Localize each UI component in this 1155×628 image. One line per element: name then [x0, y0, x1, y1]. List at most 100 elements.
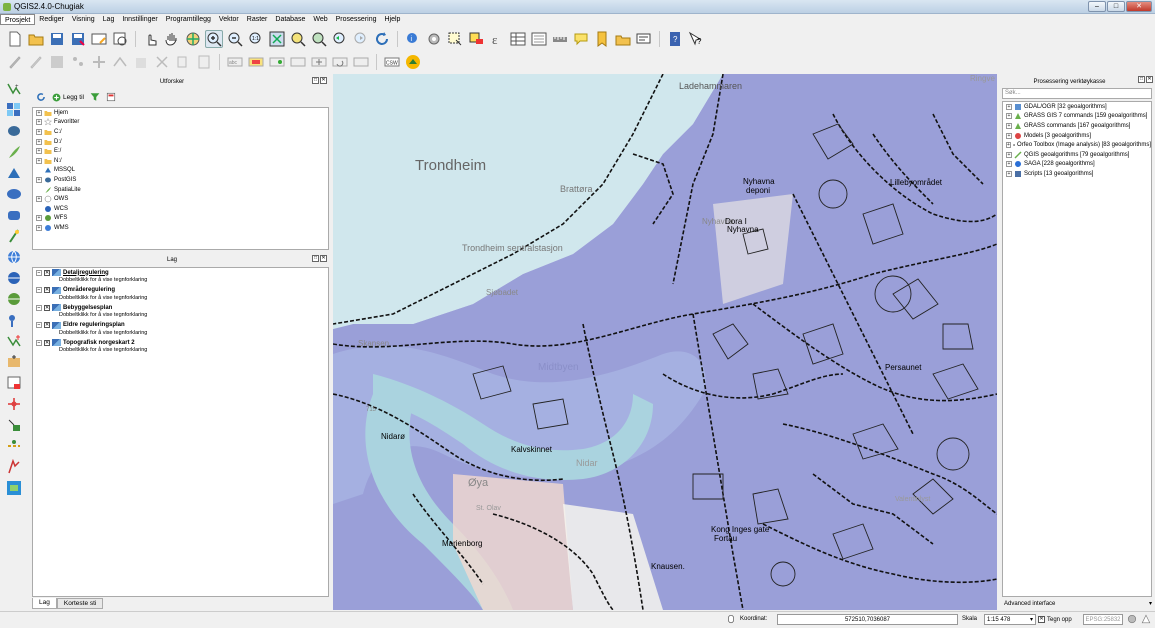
add-postgis-layer-button[interactable]	[4, 122, 24, 140]
minimize-button[interactable]: –	[1088, 1, 1106, 12]
touch-zoom-button[interactable]	[142, 30, 160, 48]
add-wfs-layer-button[interactable]	[4, 290, 24, 308]
help-contents-button[interactable]: ?	[666, 30, 684, 48]
measure-button[interactable]	[551, 30, 569, 48]
move-label-button[interactable]	[310, 53, 328, 71]
tab-korteste-sti[interactable]: Korteste sti	[56, 598, 104, 609]
select-features-button[interactable]	[446, 30, 464, 48]
browser-item[interactable]: + WFS	[33, 214, 328, 224]
menu-web[interactable]: Web	[309, 14, 331, 25]
collapse-icon[interactable]: −	[36, 304, 42, 311]
create-layer-button[interactable]	[4, 353, 24, 371]
processing-item[interactable]: + GDAL/OGR [32 geoalgorithms]	[1003, 102, 1151, 112]
add-oracle-layer-button[interactable]	[4, 185, 24, 203]
browser-item[interactable]: + Hjem	[33, 108, 328, 118]
layer-visibility-checkbox[interactable]: ✕	[44, 322, 50, 328]
layer-item[interactable]: − ✕ Områderegulering	[33, 286, 328, 295]
expand-icon[interactable]: +	[1006, 170, 1012, 177]
processing-search-input[interactable]: Søk...	[1002, 88, 1152, 99]
expand-icon[interactable]: +	[1006, 161, 1012, 168]
move-feature-button[interactable]	[90, 53, 108, 71]
layer-item[interactable]: − ✕ Bebyggelsesplan	[33, 303, 328, 312]
collapse-icon[interactable]: −	[36, 322, 42, 328]
legend-hint[interactable]: Dobbeltklikk for å vise tegnforklaring	[33, 330, 328, 339]
zoom-actual-size-button[interactable]: 1:1	[247, 30, 265, 48]
show-hide-labels-button[interactable]	[289, 53, 307, 71]
add-gps-layer-button[interactable]	[4, 311, 24, 329]
expand-icon[interactable]: +	[36, 119, 42, 126]
save-as-button[interactable]	[69, 30, 87, 48]
processing-item[interactable]: + GRASS commands [167 geoalgorithms]	[1003, 121, 1151, 131]
filter-icon[interactable]	[90, 92, 100, 102]
map-canvas[interactable]: Ladehammaren Trondheim Brattøra Nyhavna …	[333, 74, 997, 610]
collapse-icon[interactable]: −	[36, 287, 42, 293]
expand-icon[interactable]: +	[1006, 142, 1011, 149]
field-calculator-button[interactable]: ε	[488, 30, 506, 48]
menu-innstillinger[interactable]: Innstillinger	[118, 14, 161, 25]
add-mssql-layer-button[interactable]	[4, 164, 24, 182]
rotate-label-button[interactable]	[331, 53, 349, 71]
zoom-full-button[interactable]	[268, 30, 286, 48]
open-project-button[interactable]	[27, 30, 45, 48]
processing-item[interactable]: + Orfeo Toolbox (Image analysis) [83 geoa…	[1003, 140, 1151, 150]
add-wms-layer-button[interactable]	[4, 248, 24, 266]
browser-item[interactable]: + PostGIS	[33, 175, 328, 185]
layer-item[interactable]: − ✕ Detaljregulering	[33, 268, 328, 277]
scale-select[interactable]: 1:15 478 ▾	[984, 614, 1036, 625]
undock-layers-button[interactable]: □	[312, 255, 319, 262]
menu-rediger[interactable]: Rediger	[35, 14, 68, 25]
advanced-interface-select[interactable]: Advanced interface ▾	[1002, 599, 1152, 609]
menu-database[interactable]: Database	[271, 14, 309, 25]
show-bookmarks-button[interactable]	[614, 30, 632, 48]
render-checkbox[interactable]: ✕	[1038, 616, 1045, 623]
layer-item[interactable]: − ✕ Topografisk norgeskart 2	[33, 338, 328, 347]
expand-icon[interactable]: +	[36, 148, 42, 155]
remove-layer-button[interactable]	[4, 374, 24, 392]
menu-vektor[interactable]: Vektor	[215, 14, 243, 25]
copy-features-button[interactable]	[174, 53, 192, 71]
legend-hint[interactable]: Dobbeltklikk for å vise tegnforklaring	[33, 347, 328, 356]
pin-labels-button[interactable]	[268, 53, 286, 71]
close-browser-button[interactable]: ✕	[320, 77, 327, 84]
legend-hint[interactable]: Dobbeltklikk for å vise tegnforklaring	[33, 277, 328, 286]
tab-lag[interactable]: Lag	[32, 598, 57, 609]
node-tool-button[interactable]	[111, 53, 129, 71]
close-button[interactable]: ✕	[1126, 1, 1152, 12]
collapse-icon[interactable]: −	[36, 269, 42, 276]
layer-visibility-checkbox[interactable]: ✕	[44, 287, 50, 293]
legend-hint[interactable]: Dobbeltklikk for å vise tegnforklaring	[33, 295, 328, 304]
add-feature-button[interactable]	[69, 53, 87, 71]
collapse-all-icon[interactable]	[106, 92, 116, 102]
text-annotation-button[interactable]	[635, 30, 653, 48]
crs-status-button[interactable]	[1127, 614, 1139, 625]
close-processing-button[interactable]: ✕	[1146, 76, 1153, 83]
expand-icon[interactable]: +	[1006, 113, 1012, 120]
new-project-button[interactable]	[6, 30, 24, 48]
menu-visning[interactable]: Visning	[68, 14, 99, 25]
processing-item[interactable]: + Scripts [13 geoalgorithms]	[1003, 169, 1151, 179]
expand-icon[interactable]: +	[1006, 122, 1012, 129]
browser-item[interactable]: + OWS	[33, 194, 328, 204]
browser-item[interactable]: + Favoritter	[33, 118, 328, 128]
undock-browser-button[interactable]: □	[312, 77, 319, 84]
pan-to-selection-button[interactable]	[184, 30, 202, 48]
current-edits-button[interactable]	[6, 53, 24, 71]
processing-item[interactable]: + SAGA [228 geoalgorithms]	[1003, 160, 1151, 170]
expand-icon[interactable]: +	[36, 224, 42, 231]
expand-icon[interactable]: +	[36, 109, 42, 116]
new-bookmark-button[interactable]	[593, 30, 611, 48]
processing-item[interactable]: + GRASS GIS 7 commands [159 geoalgorithms…	[1003, 112, 1151, 122]
processing-item[interactable]: + QGIS geoalgorithms [79 geoalgorithms]	[1003, 150, 1151, 160]
expand-icon[interactable]: +	[1006, 151, 1012, 158]
attribute-table-button[interactable]	[509, 30, 527, 48]
refresh-button[interactable]	[373, 30, 391, 48]
run-feature-action-button[interactable]	[425, 30, 443, 48]
pan-button[interactable]	[163, 30, 181, 48]
composer-manager-button[interactable]	[111, 30, 129, 48]
delete-selected-button[interactable]	[132, 53, 150, 71]
new-shapefile-button[interactable]	[4, 332, 24, 350]
add-spatialite-layer-button[interactable]	[4, 143, 24, 161]
zoom-to-selection-button[interactable]	[289, 30, 307, 48]
expand-icon[interactable]: +	[36, 138, 42, 145]
expand-icon[interactable]: +	[36, 215, 42, 222]
